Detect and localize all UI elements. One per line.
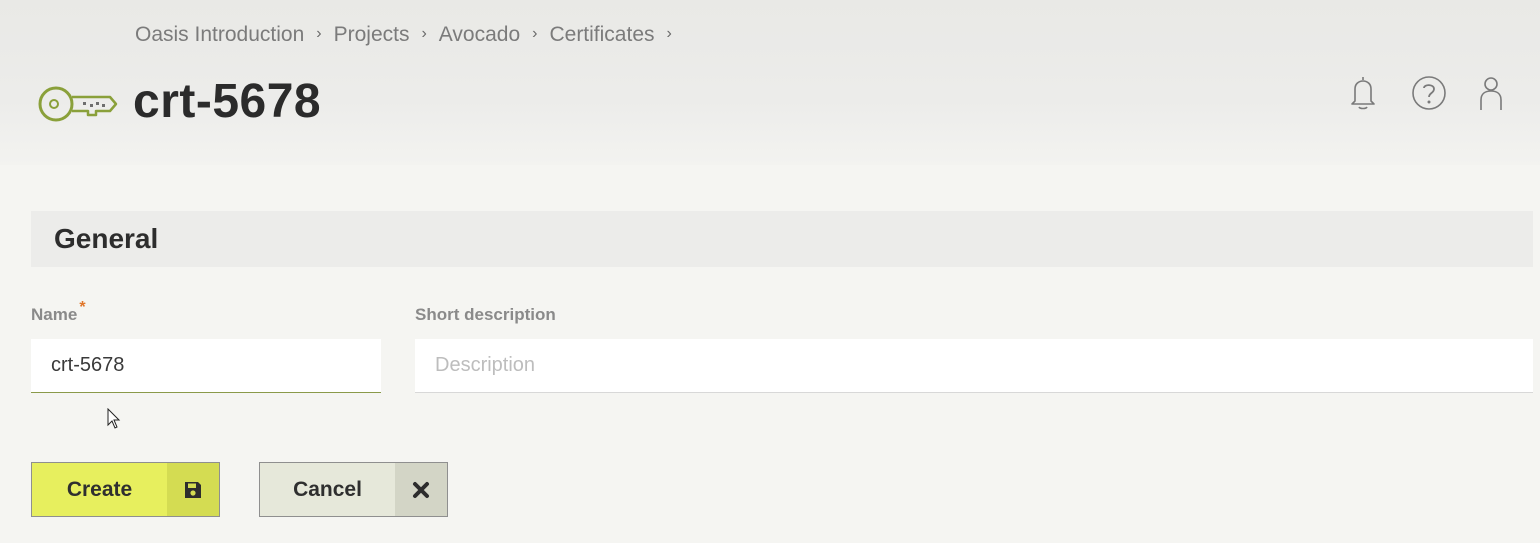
breadcrumb-separator: › [532,25,538,42]
breadcrumb-separator: › [421,25,427,42]
create-button[interactable]: Create [31,462,220,517]
required-asterisk: * [79,299,86,316]
breadcrumb-item-certificates[interactable]: Certificates [549,23,654,47]
help-icon[interactable] [1410,74,1448,112]
create-button-label: Create [66,477,133,501]
breadcrumb-item-avocado[interactable]: Avocado [439,23,520,47]
mouse-cursor-icon [107,408,121,429]
bell-icon[interactable] [1344,74,1382,112]
cancel-button[interactable]: Cancel [259,462,448,517]
breadcrumb-separator: › [316,25,322,42]
general-section-header: General [31,211,1533,267]
name-label: Name * [31,299,86,325]
section-title: General [54,223,159,254]
name-label-text: Name [31,305,78,324]
close-icon [395,463,447,516]
name-input[interactable] [31,339,381,393]
page-title: crt-5678 [133,75,322,128]
short-description-input[interactable] [415,339,1533,393]
breadcrumb-item-projects[interactable]: Projects [334,23,410,47]
breadcrumb-separator: › [666,25,672,42]
cancel-button-label: Cancel [293,477,362,501]
save-icon [167,463,219,516]
key-icon [38,86,118,122]
breadcrumb-item-oasis-introduction[interactable]: Oasis Introduction [135,23,304,47]
breadcrumb: Oasis Introduction › Projects › Avocado … [135,20,684,50]
page-header: Oasis Introduction › Projects › Avocado … [0,0,1540,165]
user-icon[interactable] [1472,74,1510,112]
short-description-label: Short description [415,305,556,324]
